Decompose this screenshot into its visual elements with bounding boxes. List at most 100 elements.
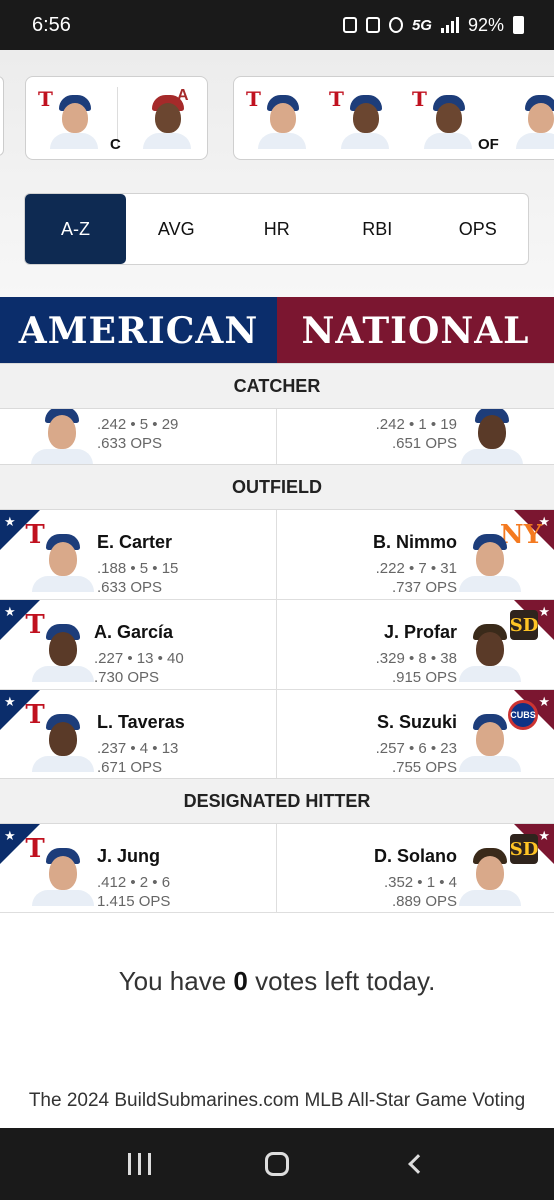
- tab-rbi[interactable]: RBI: [327, 193, 428, 265]
- battery-percent: 92%: [467, 14, 504, 35]
- outfield-row: ★ T A. García .227 • 13 • 40 .730 OPS ★ …: [0, 600, 554, 690]
- votes-suffix: votes left today.: [255, 966, 436, 996]
- player-stats: .188 • 5 • 15: [97, 560, 179, 577]
- back-button[interactable]: [395, 1144, 435, 1184]
- tab-ops[interactable]: OPS: [428, 193, 529, 265]
- player-name: D. Solano: [373, 846, 457, 866]
- al-player-card[interactable]: ★ T E. Carter .188 • 5 • 15 .633 OPS: [0, 510, 277, 599]
- outfield-row: ★ T E. Carter .188 • 5 • 15 .633 OPS ★ N…: [0, 510, 554, 600]
- player-stats: .257 • 6 • 23: [375, 740, 457, 757]
- battery-icon: [513, 16, 524, 34]
- recents-button[interactable]: [119, 1144, 159, 1184]
- catcher-row: .242 • 5 • 29 .633 OPS .242 • 1 • 19 .65…: [0, 409, 554, 465]
- status-icons: 5G 92%: [342, 14, 524, 36]
- star-icon: ★: [538, 604, 550, 619]
- player-stats: .242 • 1 • 19: [375, 416, 457, 433]
- designated-hitter-row: ★ T J. Jung .412 • 2 • 6 1.415 OPS ★ SD …: [0, 824, 554, 913]
- tab-a-z[interactable]: A-Z: [25, 194, 126, 264]
- star-icon: ★: [4, 694, 16, 709]
- al-player-card[interactable]: ★ T L. Taveras .237 • 4 • 13 .671 OPS: [0, 690, 277, 778]
- player-ops: 1.415 OPS: [97, 893, 171, 910]
- player-name: L. Taveras: [97, 712, 185, 732]
- recents-icon: [127, 1153, 151, 1175]
- outfield-section-header: OUTFIELD: [0, 464, 554, 510]
- home-icon: [265, 1152, 289, 1176]
- star-icon: ★: [4, 828, 16, 843]
- player-ops: .651 OPS: [391, 435, 457, 452]
- selected-player-photo: T: [412, 87, 474, 149]
- rangers-logo-icon: T: [246, 87, 261, 111]
- nl-catcher-card[interactable]: .242 • 1 • 19 .651 OPS: [277, 409, 554, 464]
- selected-player-photo: T: [246, 87, 308, 149]
- star-icon: ★: [4, 514, 16, 529]
- selected-player-photo: A: [141, 87, 193, 149]
- tab-avg[interactable]: AVG: [126, 193, 227, 265]
- footer-text: The 2024 BuildSubmarines.com MLB All-Sta…: [28, 1090, 526, 1111]
- nl-player-card[interactable]: ★ NY B. Nimmo .222 • 7 • 31 .737 OPS: [277, 510, 554, 599]
- previous-selection-card[interactable]: [0, 76, 4, 156]
- home-button[interactable]: [257, 1144, 297, 1184]
- player-stats: .222 • 7 • 31: [375, 560, 457, 577]
- al-player-card[interactable]: ★ T J. Jung .412 • 2 • 6 1.415 OPS: [0, 824, 277, 912]
- player-name: J. Jung: [97, 846, 161, 866]
- rangers-logo-icon: T: [38, 87, 53, 111]
- nfc-icon: [365, 17, 380, 33]
- star-icon: ★: [4, 604, 16, 619]
- catcher-selection-card[interactable]: T C A: [25, 76, 208, 160]
- nl-player-card[interactable]: ★ CUBS S. Suzuki .257 • 6 • 23 .755 OPS: [277, 690, 554, 778]
- player-photo: [459, 706, 521, 772]
- votes-prefix: You have: [118, 966, 227, 996]
- player-name: B. Nimmo: [372, 532, 457, 552]
- player-photo: [32, 526, 94, 592]
- player-stats: .352 • 1 • 4: [383, 874, 457, 891]
- nl-player-card[interactable]: ★ SD J. Profar .329 • 8 • 38 .915 OPS: [277, 600, 554, 689]
- signal-icon: [440, 17, 459, 33]
- player-ops: .889 OPS: [391, 893, 457, 910]
- selected-player-photo: T: [329, 87, 391, 149]
- rangers-logo-icon: T: [329, 87, 344, 111]
- player-photo: [459, 616, 521, 682]
- al-player-card[interactable]: ★ T A. García .227 • 13 • 40 .730 OPS: [0, 600, 277, 689]
- player-ops: .633 OPS: [97, 435, 163, 452]
- votes-count: 0: [233, 966, 248, 996]
- catcher-section-header: CATCHER: [0, 363, 554, 409]
- player-name: A. García: [94, 622, 174, 642]
- selected-player-photo: [514, 89, 554, 149]
- player-name: S. Suzuki: [376, 712, 457, 732]
- status-time: 6:56: [32, 13, 71, 36]
- american-league-banner: AMERICAN: [0, 297, 277, 365]
- status-bar: 6:56 5G 92%: [0, 0, 554, 50]
- player-ops: .737 OPS: [391, 579, 457, 596]
- player-name: E. Carter: [97, 532, 173, 552]
- clipboard-icon: [342, 17, 357, 33]
- outfield-row: ★ T L. Taveras .237 • 4 • 13 .671 OPS ★ …: [0, 690, 554, 779]
- dbacks-logo-icon: A: [177, 87, 189, 104]
- al-catcher-card[interactable]: .242 • 5 • 29 .633 OPS: [0, 409, 277, 464]
- catcher-position-label: C: [110, 136, 121, 153]
- tab-hr[interactable]: HR: [227, 193, 328, 265]
- player-ops: .671 OPS: [97, 759, 163, 776]
- player-photo: [461, 409, 523, 464]
- alarm-icon: [388, 17, 403, 33]
- nl-player-card[interactable]: ★ SD D. Solano .352 • 1 • 4 .889 OPS: [277, 824, 554, 912]
- system-nav-bar: [0, 1128, 554, 1200]
- player-ops: .755 OPS: [391, 759, 457, 776]
- rangers-logo-icon: T: [412, 87, 427, 111]
- star-icon: ★: [538, 694, 550, 709]
- player-ops: .633 OPS: [97, 579, 163, 596]
- player-stats: .237 • 4 • 13: [97, 740, 179, 757]
- outfield-position-label: OF: [478, 136, 499, 153]
- player-ops: .730 OPS: [94, 669, 160, 686]
- player-stats: .242 • 5 • 29: [97, 416, 179, 433]
- player-stats: .227 • 13 • 40: [94, 650, 184, 667]
- player-photo: [459, 840, 521, 906]
- player-photo: [32, 616, 94, 682]
- sort-tabs: A-Z AVG HR RBI OPS: [24, 193, 529, 265]
- outfield-selection-card[interactable]: T T T OF: [233, 76, 554, 160]
- designated-hitter-section-header: DESIGNATED HITTER: [0, 778, 554, 824]
- national-league-banner: NATIONAL: [277, 297, 554, 365]
- player-photo: [31, 409, 93, 464]
- player-stats: .329 • 8 • 38: [375, 650, 457, 667]
- player-photo: [32, 706, 94, 772]
- player-ops: .915 OPS: [391, 669, 457, 686]
